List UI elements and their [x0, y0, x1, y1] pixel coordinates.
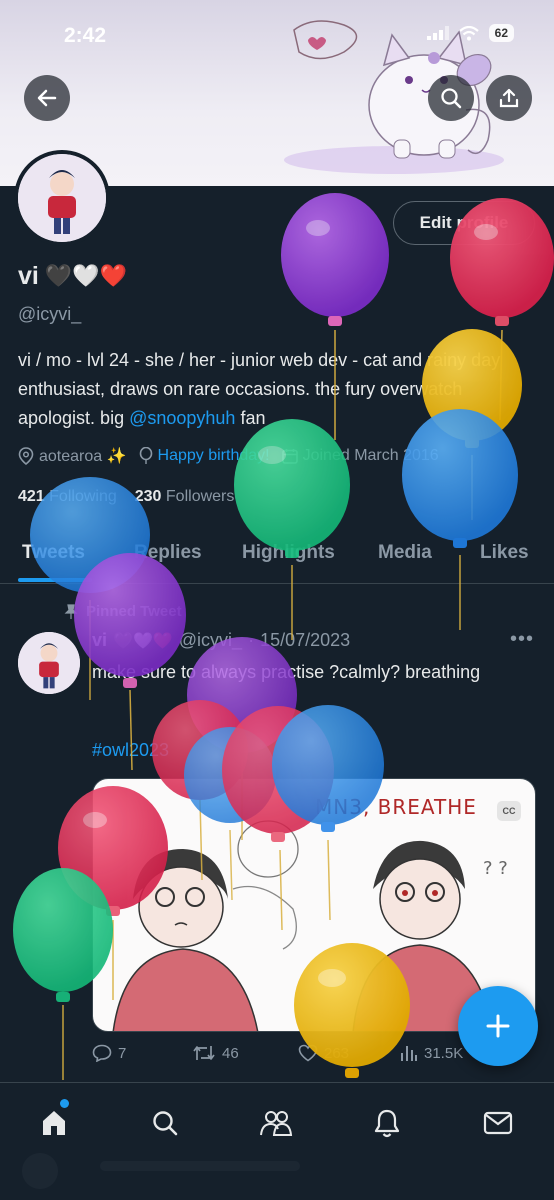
tweet-author-name[interactable]: vi	[92, 630, 107, 651]
nav-search[interactable]	[145, 1103, 185, 1143]
search-button[interactable]	[428, 75, 474, 121]
tab-media[interactable]: Media	[378, 542, 432, 564]
birthday-item[interactable]: Happy birthday!	[139, 447, 270, 465]
reply-action[interactable]: 7	[92, 1044, 126, 1062]
home-notification-dot	[60, 1099, 69, 1108]
following-label: Following	[49, 488, 117, 505]
nav-notifications[interactable]	[367, 1103, 407, 1143]
share-button[interactable]	[486, 75, 532, 121]
followers-link[interactable]: 230 Followers	[135, 488, 235, 506]
views-count: 31.5K	[424, 1044, 464, 1062]
bio-mention-link[interactable]: @snoopyhuh	[129, 408, 235, 428]
search-icon	[441, 88, 462, 109]
plus-icon	[486, 1014, 510, 1038]
edit-profile-button[interactable]: Edit profile	[393, 201, 535, 245]
cc-badge[interactable]: CC	[497, 801, 521, 821]
location-item: aotearoa ✨	[18, 446, 127, 466]
location-text: aotearoa ✨	[39, 448, 127, 465]
tweet-author-handle: @icyvi_	[178, 630, 243, 650]
profile-bio: vi / mo - lvl 24 - she / her - junior we…	[18, 346, 538, 433]
location-pin-icon	[18, 447, 34, 465]
retweet-icon	[193, 1046, 215, 1060]
share-icon	[499, 88, 519, 108]
following-link[interactable]: 421 Following	[18, 488, 117, 506]
pin-icon	[64, 603, 78, 619]
balloon-icon	[139, 447, 152, 464]
followers-count: 230	[134, 488, 162, 505]
tweet-media[interactable]: ? ? MN3, BREATHE CC	[92, 778, 536, 1032]
tweet-avatar[interactable]	[18, 632, 80, 694]
wifi-icon	[458, 25, 479, 40]
home-icon	[43, 1111, 65, 1135]
retweet-action[interactable]: 46	[192, 1044, 239, 1062]
battery-indicator: 62	[488, 24, 514, 42]
tab-tweets[interactable]: Tweets	[22, 542, 85, 564]
views-icon	[401, 1046, 417, 1061]
active-tab-indicator	[18, 578, 92, 582]
joined-text: Joined March 2016	[302, 447, 439, 464]
retweet-count: 46	[222, 1044, 239, 1062]
views-action[interactable]: 31.5K	[400, 1044, 463, 1062]
svg-text:? ?: ? ?	[483, 858, 508, 879]
tab-replies[interactable]: Replies	[134, 542, 202, 564]
birthday-text[interactable]: Happy birthday!	[158, 447, 270, 465]
back-button[interactable]	[24, 75, 70, 121]
bottom-navigation	[0, 1082, 554, 1200]
profile-meta: aotearoa ✨ Happy birthday! Joined March …	[18, 446, 439, 466]
tweet-hashtag[interactable]: #owl2023	[92, 740, 169, 761]
nav-communities[interactable]	[256, 1103, 296, 1143]
communities-icon	[260, 1111, 293, 1136]
nav-home[interactable]	[34, 1099, 74, 1143]
tweet-text: make sure to always practise ?calmly? br…	[92, 662, 481, 682]
mail-icon	[483, 1111, 513, 1135]
heart-icon	[298, 1044, 318, 1062]
tab-highlights[interactable]: Highlights	[242, 542, 335, 564]
status-time: 2:42	[64, 24, 107, 47]
follow-stats: 421 Following 230 Followers	[18, 488, 234, 506]
joined-item: Joined March 2016	[281, 447, 439, 465]
balloon-blue	[402, 409, 518, 630]
status-icons: 62	[426, 24, 514, 42]
profile-name-row: vi 🖤🤍❤️	[18, 262, 127, 291]
tab-likes[interactable]: Likes	[480, 542, 529, 564]
tweet-author-emojis: 🖤🤍❤️	[113, 631, 173, 650]
compose-tweet-button[interactable]	[458, 986, 538, 1066]
followers-label: Followers	[165, 488, 235, 505]
media-caption: MN3, BREATHE	[315, 795, 477, 819]
signal-icon	[426, 26, 449, 40]
reply-count: 7	[118, 1044, 127, 1062]
tweet-header: vi 🖤🤍❤️ @icyvi_ · 15/07/2023	[92, 630, 350, 651]
tweet-date[interactable]: 15/07/2023	[260, 630, 350, 651]
pinned-label-row: Pinned Tweet	[64, 603, 182, 620]
status-bar: 2:42 62	[0, 0, 554, 70]
back-arrow-icon	[37, 89, 57, 107]
reply-icon	[92, 1044, 112, 1062]
background-feed-ghost	[20, 1151, 534, 1191]
profile-tabs: Tweets Replies Highlights Media Likes	[0, 532, 554, 584]
profile-handle: @icyvi_	[18, 304, 82, 324]
nav-messages[interactable]	[478, 1103, 518, 1143]
profile-name: vi	[18, 262, 39, 290]
bell-icon	[374, 1109, 400, 1138]
search-icon	[153, 1111, 178, 1136]
like-action[interactable]: 263	[298, 1044, 349, 1062]
more-options-icon[interactable]: •••	[510, 628, 534, 651]
calendar-icon	[281, 449, 298, 464]
tweet-separator: ·	[248, 630, 255, 650]
bio-suffix: fan	[235, 408, 266, 428]
like-count: 263	[324, 1044, 350, 1062]
profile-avatar[interactable]	[14, 150, 110, 246]
pinned-label: Pinned Tweet	[86, 603, 182, 620]
following-count: 421	[18, 488, 45, 505]
avatar-illustration	[18, 154, 106, 242]
avatar-illustration	[18, 632, 80, 694]
profile-name-emojis: 🖤🤍❤️	[44, 264, 128, 289]
